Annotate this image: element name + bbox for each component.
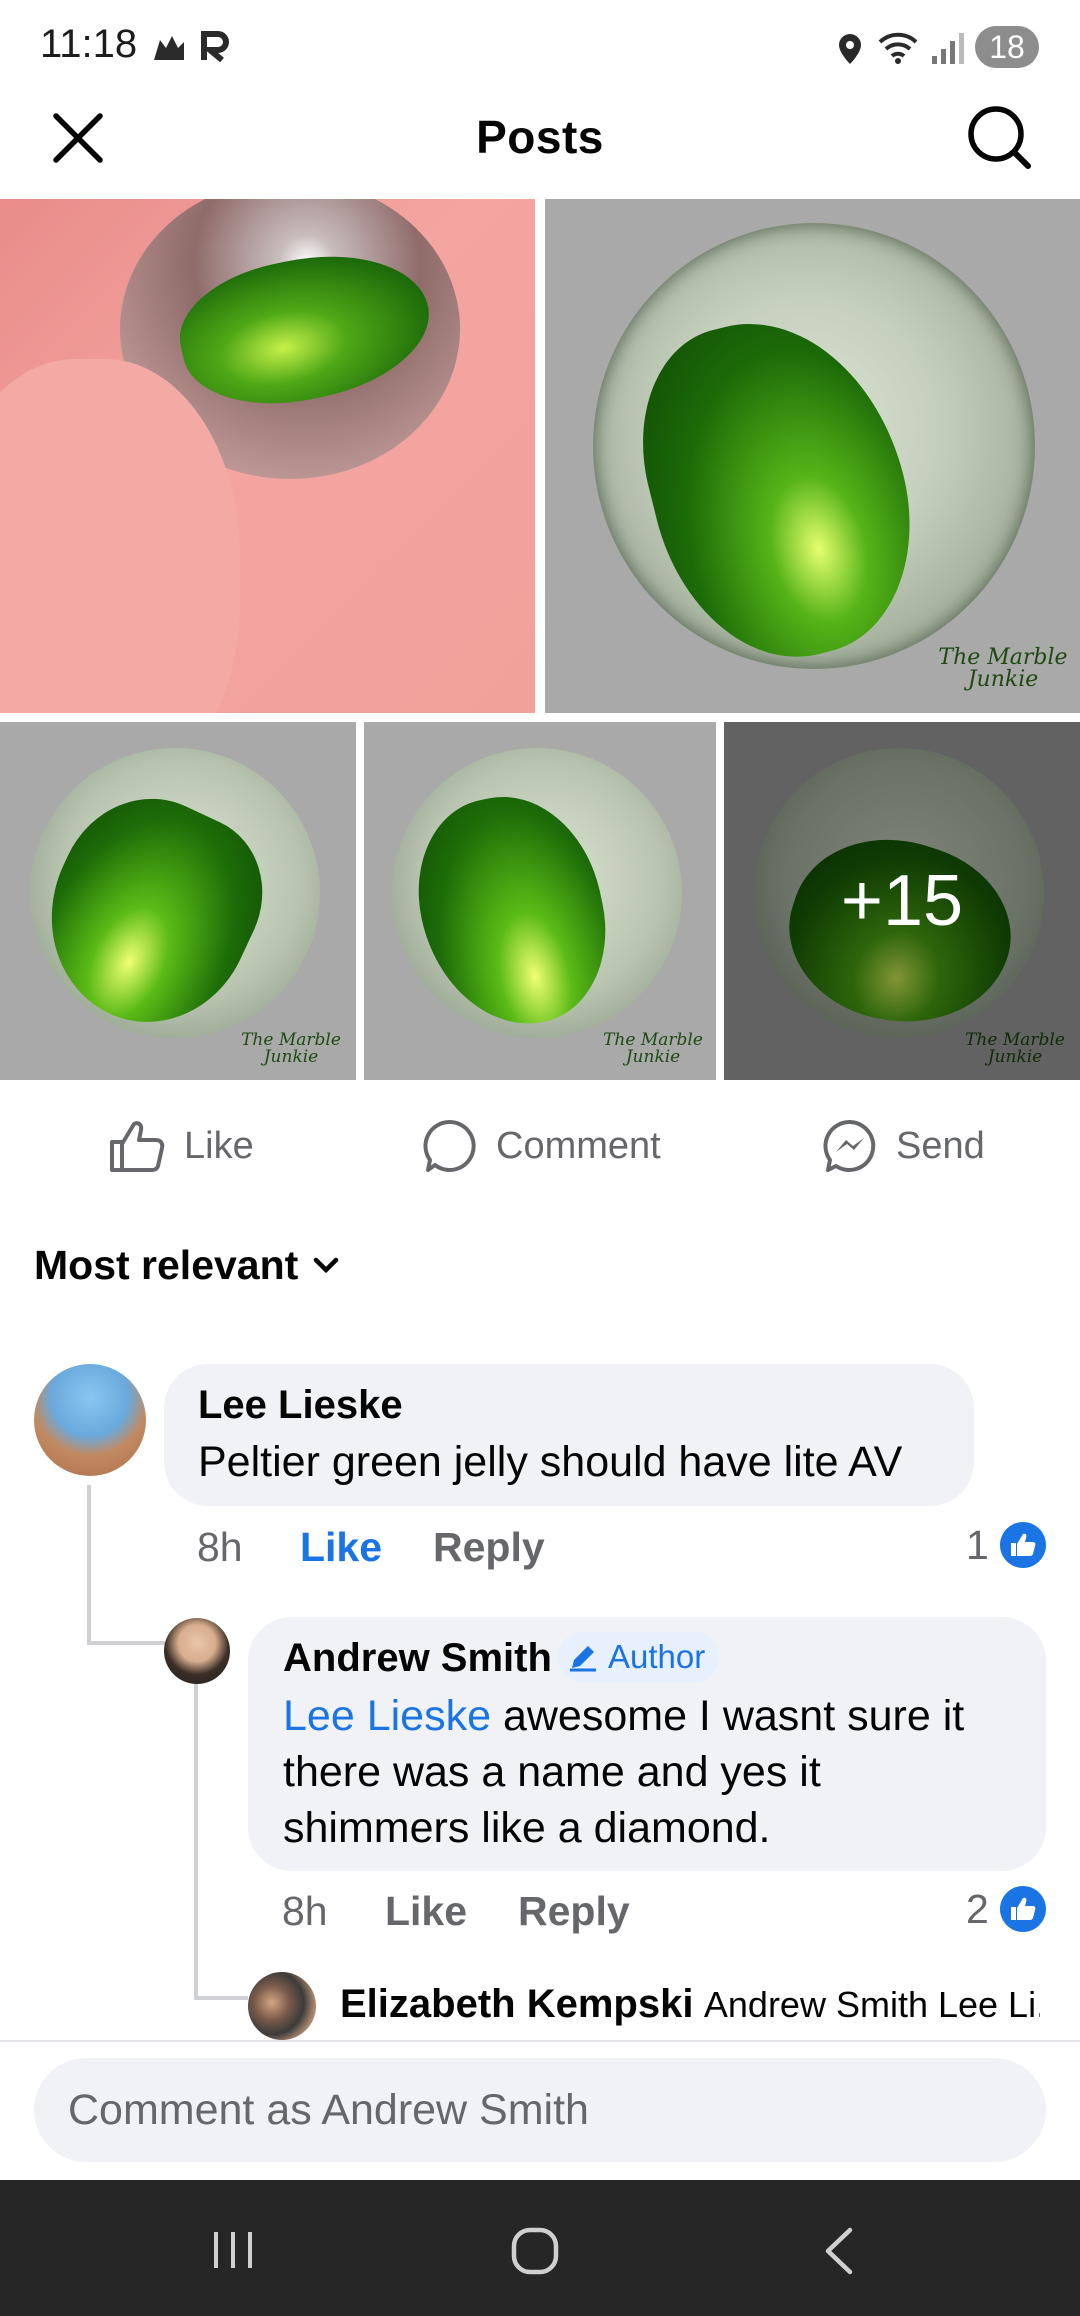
app-notification-icon (201, 31, 229, 63)
divider (0, 2040, 1080, 2042)
comment-reply-button[interactable]: Reply (518, 1888, 630, 1935)
photo-tile[interactable]: The Marble Junkie (0, 722, 356, 1080)
search-icon[interactable] (966, 104, 1032, 170)
author-badge: Author (558, 1632, 720, 1682)
mention-link[interactable]: Lee Lieske (283, 1692, 491, 1740)
comment-time: 8h (282, 1888, 328, 1934)
reaction-count[interactable]: 2 (966, 1886, 989, 1933)
status-time: 11:18 (40, 22, 138, 66)
comment-button[interactable]: Comment (422, 1116, 661, 1176)
comment-reply-button[interactable]: Reply (433, 1524, 545, 1571)
reply-preview[interactable]: Elizabeth Kempski Andrew Smith Lee Li... (340, 1982, 1040, 2027)
thread-line (194, 1682, 198, 2000)
comment-text: Lee Lieske awesome I wasnt sure it there… (283, 1692, 965, 1852)
comment-time: 8h (197, 1524, 243, 1570)
send-label: Send (896, 1124, 985, 1167)
author-badge-label: Author (608, 1638, 706, 1675)
comment-input-placeholder: Comment as Andrew Smith (68, 2086, 589, 2134)
photo-tile-more[interactable]: The Marble Junkie +15 (724, 722, 1080, 1080)
back-icon[interactable] (820, 2226, 856, 2276)
thread-line (194, 1996, 248, 2000)
avatar[interactable] (164, 1618, 230, 1684)
photo-tile[interactable]: The Marble Junkie (364, 722, 716, 1080)
thread-line (87, 1641, 165, 1645)
comment-like-button[interactable]: Like (385, 1888, 467, 1935)
comment-text: Peltier green jelly should have lite AV (198, 1438, 903, 1486)
comment-author[interactable]: Lee Lieske (198, 1383, 403, 1428)
like-icon (110, 1121, 165, 1172)
like-button[interactable]: Like (108, 1116, 254, 1176)
avatar[interactable] (34, 1364, 146, 1476)
video-thumbnail[interactable] (0, 199, 535, 713)
comment-icon (423, 1119, 476, 1172)
comment-label: Comment (496, 1124, 661, 1167)
reply-preview-text: Andrew Smith Lee Li... (703, 1984, 1040, 2025)
notification-icon (154, 36, 184, 60)
comment-sort-dropdown[interactable]: Most relevant (34, 1242, 340, 1289)
battery-indicator: 18 (975, 26, 1039, 68)
home-icon[interactable] (510, 2226, 560, 2276)
like-reaction-icon (1000, 1522, 1046, 1568)
sort-label: Most relevant (34, 1242, 299, 1288)
comment-author[interactable]: Andrew Smith (283, 1636, 552, 1681)
page-title: Posts (476, 111, 604, 163)
more-photos-count: +15 (724, 722, 1080, 1080)
watermark: The Marble Junkie (241, 1030, 341, 1067)
messenger-icon (823, 1119, 876, 1172)
photo-tile[interactable]: The Marble Junkie (545, 199, 1080, 713)
like-label: Like (184, 1124, 254, 1167)
watermark: The Marble Junkie (603, 1030, 703, 1067)
watermark: The Marble Junkie (938, 645, 1068, 692)
reaction-count[interactable]: 1 (966, 1522, 989, 1569)
comment-like-button[interactable]: Like (300, 1524, 382, 1571)
recent-apps-icon[interactable] (210, 2228, 256, 2272)
system-navigation-bar (0, 2180, 1080, 2316)
location-icon (839, 34, 861, 64)
status-bar: 11:18 18 (0, 0, 1080, 92)
thread-line (87, 1485, 91, 1645)
pencil-icon (570, 1646, 596, 1672)
chevron-down-icon (314, 1257, 339, 1273)
avatar[interactable] (248, 1972, 316, 2040)
send-button[interactable]: Send (822, 1116, 985, 1176)
signal-icon (932, 33, 964, 64)
comment-author: Elizabeth Kempski (340, 1982, 694, 2026)
wifi-icon (878, 32, 918, 64)
like-reaction-icon (1000, 1886, 1046, 1932)
comment-input[interactable]: Comment as Andrew Smith (34, 2058, 1046, 2162)
